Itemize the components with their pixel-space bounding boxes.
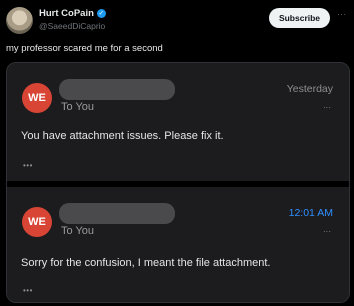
author-handle[interactable]: @SaeedDiCaprio <box>39 21 105 31</box>
recipient-label: To You <box>61 225 95 237</box>
sender-avatar: WE <box>22 83 52 113</box>
recipient-label: To You <box>61 101 95 113</box>
message-time: 12:01 AM <box>288 207 333 219</box>
author-name-row[interactable]: Hurt CoPain ✓ <box>39 8 106 19</box>
verified-badge-icon: ✓ <box>96 9 106 18</box>
tweet-image[interactable]: WE To You Yesterday ··· You have attachm… <box>6 62 350 303</box>
redacted-sender-name <box>59 79 175 100</box>
message-options-icon: ··· <box>323 103 331 112</box>
redacted-sender-name <box>59 203 175 224</box>
message-time: Yesterday <box>286 83 333 95</box>
sender-avatar: WE <box>22 207 52 237</box>
message-body: Sorry for the confusion, I meant the fil… <box>21 257 271 269</box>
expand-quoted-icon: ••• <box>23 286 33 295</box>
message-body: You have attachment issues. Please fix i… <box>21 130 224 142</box>
author-avatar[interactable] <box>6 7 33 34</box>
email-message-1: WE To You Yesterday ··· You have attachm… <box>7 63 349 181</box>
subscribe-button[interactable]: Subscribe <box>269 8 330 28</box>
message-options-icon: ··· <box>323 227 331 236</box>
more-options-icon[interactable]: ··· <box>337 10 347 19</box>
tweet-text: my professor scared me for a second <box>6 43 163 54</box>
author-name[interactable]: Hurt CoPain <box>39 8 94 19</box>
expand-quoted-icon: ••• <box>23 161 33 170</box>
email-message-2: WE To You 12:01 AM ··· Sorry for the con… <box>7 187 349 302</box>
